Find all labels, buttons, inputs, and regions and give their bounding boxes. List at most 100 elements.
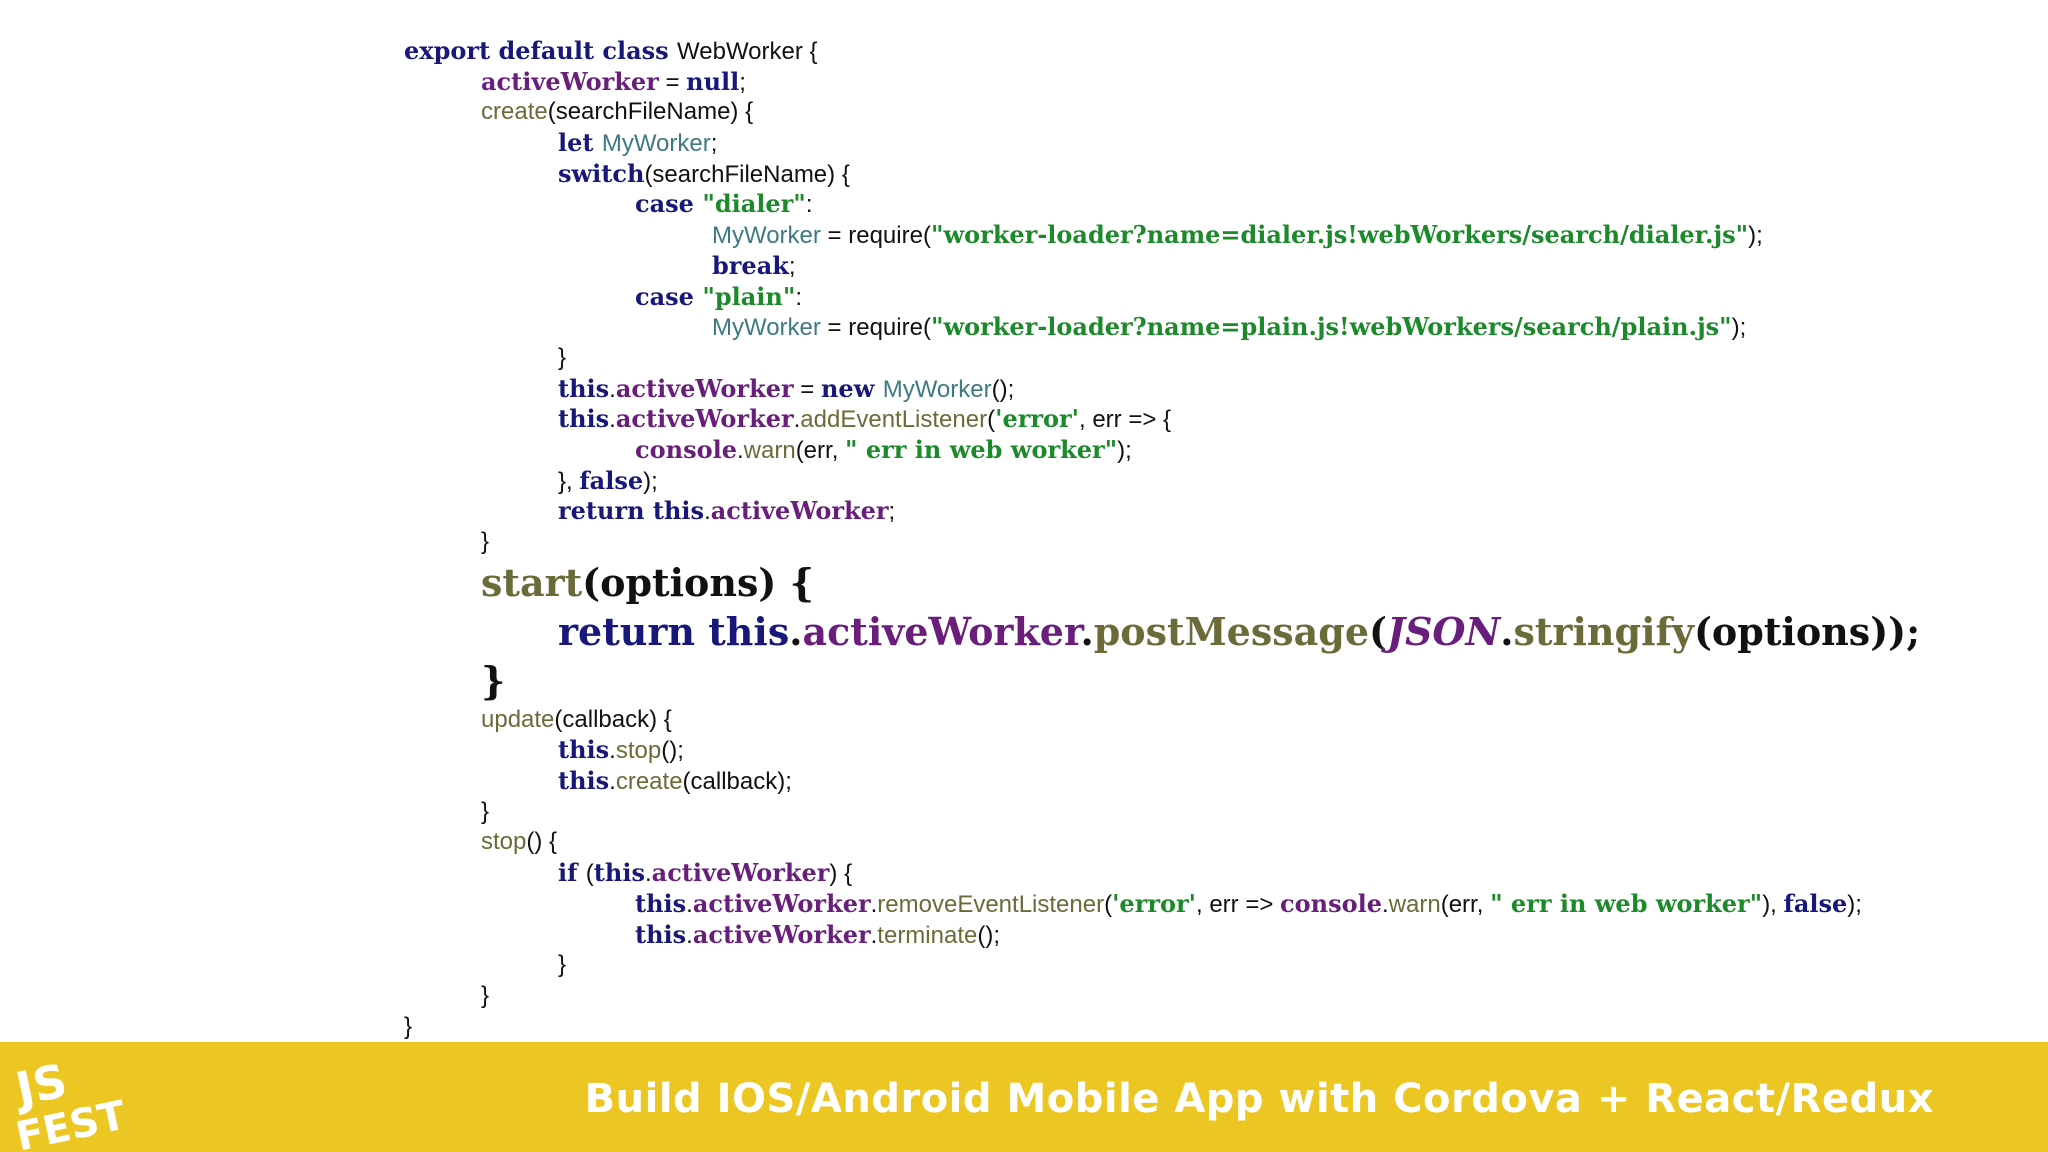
code-token: . xyxy=(609,737,616,765)
code-token: . xyxy=(704,498,711,526)
code-token: , err => { xyxy=(1079,406,1172,434)
code-line: activeWorker = null; xyxy=(404,67,2004,98)
code-token: "dialer" xyxy=(702,189,806,219)
code-token: = xyxy=(658,68,687,96)
code-line: }, false); xyxy=(404,466,2004,497)
code-token: stop xyxy=(615,737,662,765)
code-token: ); xyxy=(643,467,658,495)
code-token: ); xyxy=(1731,314,1747,342)
code-token: update xyxy=(481,705,555,733)
code-line: this.activeWorker.removeEventListener('e… xyxy=(404,889,2004,920)
code-line: this.activeWorker = new MyWorker(); xyxy=(404,374,2004,405)
code-line: case "plain": xyxy=(404,282,2004,313)
code-token: (searchFileName) { xyxy=(547,98,754,126)
code-token: "plain" xyxy=(702,281,796,311)
code-token: ; xyxy=(739,68,746,96)
code-token: 'error' xyxy=(995,404,1079,434)
code-token: if xyxy=(558,858,586,888)
code-line: break; xyxy=(404,251,2004,282)
code-token: . xyxy=(609,768,616,796)
code-line: MyWorker = require("worker-loader?name=p… xyxy=(404,312,2004,343)
code-token: ( xyxy=(1104,890,1113,918)
code-token: } xyxy=(481,981,490,1009)
code-token: . xyxy=(1500,608,1514,654)
code-token: console xyxy=(635,434,737,464)
code-token: ( xyxy=(585,860,594,888)
code-token: (); xyxy=(977,921,1000,949)
code-line: start(options) { xyxy=(404,558,2004,607)
code-token: = require( xyxy=(820,222,931,250)
code-token: this xyxy=(558,766,610,796)
code-token: return this xyxy=(558,496,705,526)
code-line: } xyxy=(404,981,2004,1012)
code-token: export default class xyxy=(404,36,678,65)
code-token: MyWorker xyxy=(601,130,711,158)
code-token: . xyxy=(609,375,616,403)
code-token: ); xyxy=(1117,436,1132,464)
code-token: case xyxy=(635,281,703,311)
code-line: } xyxy=(404,656,2004,705)
code-token: new xyxy=(820,373,883,403)
code-token: stop xyxy=(481,828,527,856)
code-token: ), xyxy=(1762,890,1784,918)
code-token: } xyxy=(481,528,490,555)
code-token: = xyxy=(793,375,821,403)
code-token: ; xyxy=(710,130,718,158)
code-token: break xyxy=(712,250,789,280)
code-token: (callback); xyxy=(682,768,792,796)
code-line: stop() { xyxy=(404,827,2004,858)
code-token: (err, xyxy=(795,436,846,464)
code-token: create xyxy=(615,768,683,796)
code-token: create xyxy=(481,98,548,126)
code-token: removeEventListener xyxy=(877,890,1105,918)
code-line: this.activeWorker.addEventListener('erro… xyxy=(404,404,2004,435)
code-token: (); xyxy=(661,737,684,765)
code-line: this.activeWorker.terminate(); xyxy=(404,920,2004,951)
code-token: JSON xyxy=(1386,608,1501,654)
code-token: = require( xyxy=(820,314,931,342)
code-line: export default class WebWorker { xyxy=(404,36,2004,67)
code-token: } xyxy=(481,797,490,825)
code-token: activeWorker xyxy=(802,608,1081,654)
code-line: } xyxy=(404,797,2004,828)
code-token: }, xyxy=(558,467,580,495)
code-token: stringify xyxy=(1513,608,1694,654)
code-token: let xyxy=(558,128,602,158)
code-token: (searchFileName) { xyxy=(644,160,850,188)
code-line: } xyxy=(404,1012,2004,1043)
code-token: this xyxy=(558,735,610,765)
code-token: activeWorker xyxy=(615,373,794,403)
code-token: switch xyxy=(558,158,645,188)
code-line: this.create(callback); xyxy=(404,766,2004,797)
code-token: : xyxy=(805,191,813,219)
code-token: ); xyxy=(1847,890,1862,918)
code-token: "worker-loader?name=plain.js!webWorkers/… xyxy=(930,312,1732,342)
code-token: terminate xyxy=(877,921,978,949)
code-token: false xyxy=(1783,888,1848,918)
code-token: ); xyxy=(1748,222,1763,250)
code-token: postMessage xyxy=(1093,608,1369,654)
code-token: this xyxy=(558,404,610,434)
code-token: case xyxy=(635,189,703,219)
code-token: . xyxy=(686,921,693,949)
code-token: . xyxy=(1382,890,1389,918)
code-line: case "dialer": xyxy=(404,189,2004,220)
code-token: . xyxy=(609,406,616,434)
code-token: this xyxy=(635,919,687,949)
code-token: (callback) { xyxy=(554,705,672,733)
code-token: null xyxy=(686,66,740,96)
code-line: update(callback) { xyxy=(404,705,2004,736)
code-line: } xyxy=(404,343,2004,374)
code-token: (options)); xyxy=(1693,608,1921,654)
code-token: . xyxy=(1080,608,1094,654)
code-token: " err in web worker" xyxy=(845,434,1118,464)
code-token: . xyxy=(736,436,744,464)
code-token: MyWorker xyxy=(712,314,821,342)
code-token: () { xyxy=(526,828,558,856)
code-token: WebWorker { xyxy=(677,38,818,65)
code-token: } xyxy=(481,657,506,703)
code-line: MyWorker = require("worker-loader?name=d… xyxy=(404,220,2004,251)
jsfest-logo: JS FEST xyxy=(8,1053,126,1152)
code-token: . xyxy=(686,890,693,918)
code-token: this xyxy=(593,858,645,888)
